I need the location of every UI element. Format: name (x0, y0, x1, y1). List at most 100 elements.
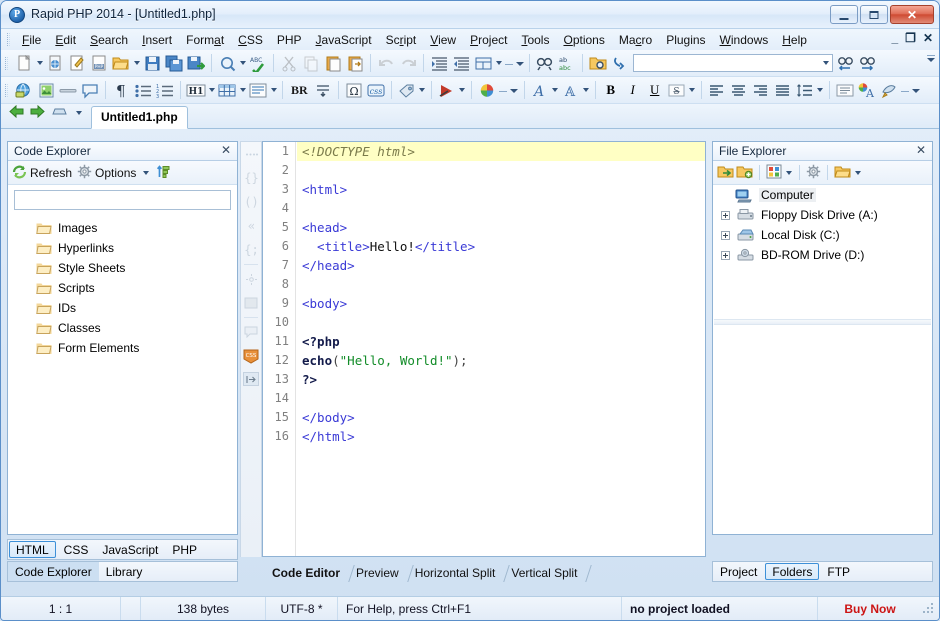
table-icon[interactable] (216, 79, 238, 101)
code-line[interactable] (297, 313, 705, 332)
refresh-label[interactable]: Refresh (29, 166, 75, 180)
code-line[interactable]: </body> (297, 408, 705, 427)
new-php-file-icon[interactable]: PHP (88, 52, 110, 74)
tag-dropdown[interactable] (418, 79, 427, 101)
open-file-dropdown[interactable] (132, 52, 141, 74)
expand-icon[interactable] (721, 230, 730, 240)
align-justify-icon[interactable] (772, 79, 794, 101)
menu-item-file[interactable]: File (15, 31, 48, 49)
code-explorer-node[interactable]: IDs (8, 298, 237, 318)
run-dropdown[interactable] (458, 79, 467, 101)
menu-item-script[interactable]: Script (379, 31, 424, 49)
blockquote-icon[interactable] (834, 79, 856, 101)
code-explorer-node[interactable]: Scripts (8, 278, 237, 298)
panel-tab-library[interactable]: Library (99, 562, 150, 581)
view-mode-dropdown[interactable] (784, 162, 793, 184)
new-html-file-icon[interactable] (44, 52, 66, 74)
code-fold-icon-1[interactable]: {} (241, 166, 261, 190)
code-fold-icon-3[interactable]: « (241, 214, 261, 238)
code-line[interactable]: </head> (297, 256, 705, 275)
table-dropdown[interactable] (238, 79, 247, 101)
file-explorer-node[interactable]: Floppy Disk Drive (A:) (713, 205, 932, 225)
font-dropdown[interactable] (551, 79, 560, 101)
cut-icon[interactable] (278, 52, 300, 74)
line-break-icon[interactable] (312, 79, 334, 101)
menu-drag-grip[interactable] (7, 33, 10, 46)
window-list-dropdown[interactable] (74, 102, 83, 124)
editor-code-area[interactable]: <!DOCTYPE html> <html> <head> <title>Hel… (297, 142, 705, 556)
horizontal-rule-icon[interactable] (57, 79, 79, 101)
expand-panel-icon[interactable] (243, 372, 259, 386)
paste-icon[interactable] (322, 52, 344, 74)
code-editor[interactable]: 1 2 3 4 5 6 7 8 9 10 11 12 13 14 15 16 <!DOCTYPE html> … (262, 141, 706, 557)
code-explorer-filter-input[interactable] (14, 190, 231, 210)
new-css-file-icon[interactable] (66, 52, 88, 74)
menu-item-view[interactable]: View (423, 31, 463, 49)
code-explorer-node[interactable]: Hyperlinks (8, 238, 237, 258)
mdi-close-icon[interactable]: ✕ (923, 32, 933, 44)
preview-dropdown[interactable] (238, 52, 247, 74)
code-line[interactable]: <title>Hello!</title> (297, 237, 705, 256)
code-line[interactable]: <?php (297, 332, 705, 351)
language-tab-php[interactable]: PHP (165, 540, 204, 559)
form-dropdown[interactable] (269, 79, 278, 101)
bold-icon[interactable]: B (600, 79, 622, 101)
color-picker-overflow[interactable] (498, 79, 520, 101)
menu-item-windows[interactable]: Windows (713, 31, 776, 49)
new-folder-icon[interactable] (736, 164, 753, 182)
menu-item-macro[interactable]: Macro (612, 31, 659, 49)
buy-now-link[interactable]: Buy Now (818, 597, 922, 620)
form-icon[interactable] (247, 79, 269, 101)
snippet-icon[interactable] (241, 267, 261, 291)
format-painter-icon[interactable] (878, 79, 900, 101)
menu-item-project[interactable]: Project (463, 31, 514, 49)
copy-icon[interactable] (300, 52, 322, 74)
menu-item-javascript[interactable]: JavaScript (309, 31, 379, 49)
heading-icon[interactable]: H1 (185, 79, 207, 101)
split-view-overflow[interactable] (503, 52, 525, 74)
font-style-dropdown[interactable] (582, 79, 591, 101)
replace-icon[interactable]: ab abc (556, 52, 578, 74)
language-tab-css[interactable]: CSS (57, 540, 96, 559)
find-icon[interactable] (534, 52, 556, 74)
search-input[interactable] (633, 54, 833, 72)
code-line[interactable]: </html> (297, 427, 705, 446)
menu-item-format[interactable]: Format (179, 31, 231, 49)
insert-link-icon[interactable] (13, 79, 35, 101)
spellcheck-icon[interactable]: ABC (247, 52, 269, 74)
code-line[interactable]: ?> (297, 370, 705, 389)
window-list-icon[interactable] (51, 105, 68, 121)
bookmark-dots-icon[interactable] (241, 142, 261, 166)
folder-icon[interactable] (834, 164, 851, 182)
view-mode-icon[interactable] (766, 164, 782, 182)
strikethrough-dropdown[interactable] (688, 79, 697, 101)
italic-icon[interactable]: I (622, 79, 644, 101)
view-tab-code-editor[interactable]: Code Editor (262, 563, 352, 585)
preview-icon[interactable] (216, 52, 238, 74)
code-line[interactable] (297, 389, 705, 408)
format-toolbar-overflow[interactable] (900, 79, 922, 101)
explorer-tab-folders[interactable]: Folders (765, 563, 820, 580)
code-fold-icon-2[interactable]: () (241, 190, 261, 214)
expand-icon[interactable] (721, 210, 730, 220)
align-right-icon[interactable] (750, 79, 772, 101)
find-next-icon[interactable] (857, 52, 879, 74)
redo-icon[interactable] (397, 52, 419, 74)
new-file-dropdown[interactable] (35, 52, 44, 74)
find-previous-icon[interactable] (835, 52, 857, 74)
close-icon[interactable]: ✕ (219, 144, 233, 158)
menu-item-options[interactable]: Options (556, 31, 611, 49)
options-label[interactable]: Options (94, 166, 139, 180)
menu-item-search[interactable]: Search (83, 31, 135, 49)
mdi-minimize-icon[interactable]: _ (891, 32, 898, 44)
goto-line-icon[interactable] (609, 52, 631, 74)
line-spacing-icon[interactable] (794, 79, 816, 101)
paragraph-icon[interactable]: ¶ (110, 79, 132, 101)
code-explorer-node[interactable]: Style Sheets (8, 258, 237, 278)
clipboard-icon[interactable] (241, 291, 261, 315)
new-file-icon[interactable] (13, 52, 35, 74)
menu-item-plugins[interactable]: Plugins (659, 31, 712, 49)
toolbar-drag-grip[interactable] (5, 56, 8, 70)
language-tab-html[interactable]: HTML (9, 541, 56, 558)
close-button[interactable]: ✕ (890, 5, 934, 24)
